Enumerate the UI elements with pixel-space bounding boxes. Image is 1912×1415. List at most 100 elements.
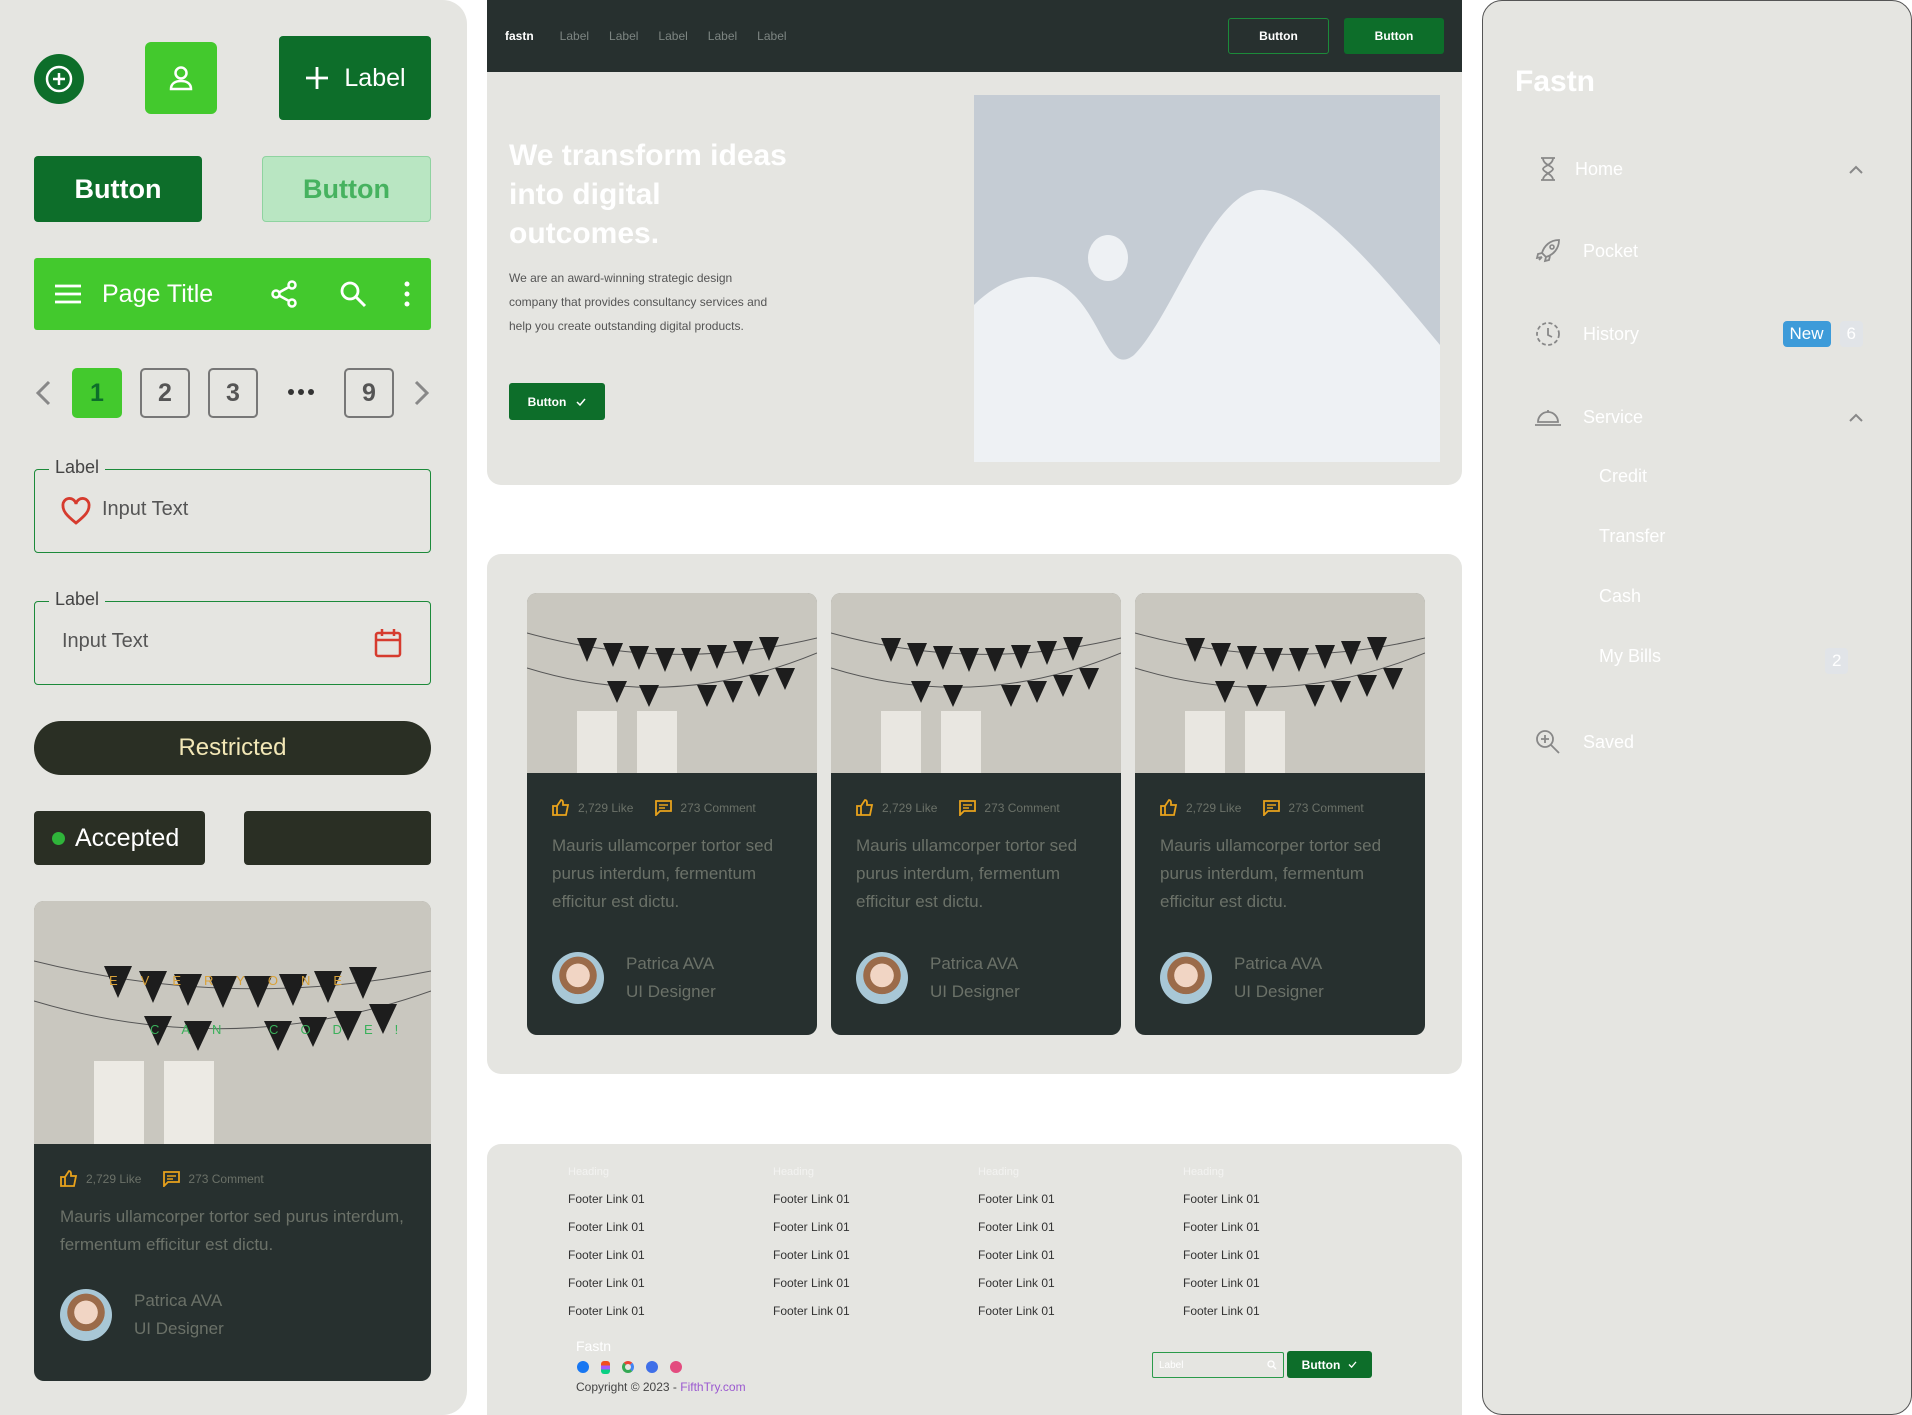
messenger-icon[interactable] bbox=[646, 1361, 658, 1373]
nav-link[interactable]: Label bbox=[560, 29, 589, 43]
card-author: Patrica AVA UI Designer bbox=[1160, 950, 1400, 1006]
footer-link[interactable]: Footer Link 01 bbox=[1183, 1248, 1388, 1262]
comment-icon[interactable] bbox=[1263, 799, 1281, 816]
post-card[interactable]: 2,729 Like 273 Comment Mauris ullamcorper … bbox=[831, 593, 1121, 1035]
footer-button[interactable]: Button bbox=[1287, 1351, 1372, 1378]
sidebar-item-saved[interactable]: Saved bbox=[1533, 722, 1863, 762]
banner-illustration bbox=[527, 593, 817, 773]
footer-link[interactable]: Footer Link 01 bbox=[773, 1192, 978, 1206]
sidebar-subitem-credit[interactable]: Credit bbox=[1599, 466, 1647, 487]
input-text: Input Text bbox=[62, 630, 149, 652]
facebook-icon[interactable] bbox=[577, 1361, 589, 1373]
footer-search-input[interactable]: Label bbox=[1152, 1352, 1284, 1378]
primary-button[interactable]: Button bbox=[34, 156, 202, 222]
card-author: Patrica AVA UI Designer bbox=[60, 1287, 405, 1343]
footer-link[interactable]: Footer Link 01 bbox=[773, 1276, 978, 1290]
nav-link[interactable]: Label bbox=[708, 29, 737, 43]
nav-solid-button[interactable]: Button bbox=[1344, 18, 1444, 54]
footer-link[interactable]: Footer Link 01 bbox=[568, 1276, 773, 1290]
comment-icon[interactable] bbox=[163, 1170, 181, 1187]
footer-link[interactable]: Footer Link 01 bbox=[978, 1220, 1183, 1234]
comment-icon[interactable] bbox=[959, 799, 977, 816]
footer-link[interactable]: Footer Link 01 bbox=[978, 1248, 1183, 1262]
sidebar-subitem-transfer[interactable]: Transfer bbox=[1599, 526, 1665, 547]
dribbble-icon[interactable] bbox=[670, 1361, 682, 1373]
post-card[interactable]: EVERYONE CAN CODE! 2,729 Like 273 Commen… bbox=[34, 901, 431, 1381]
sidebar-subitem-cash[interactable]: Cash bbox=[1599, 586, 1641, 607]
check-icon bbox=[1348, 1361, 1357, 1368]
calendar-icon[interactable] bbox=[374, 628, 402, 658]
thumbs-up-icon[interactable] bbox=[1160, 799, 1178, 816]
card-meta: 2,729 Like 273 Comment bbox=[60, 1170, 405, 1187]
card-image: EVERYONE CAN CODE! bbox=[34, 901, 431, 1144]
hero-button[interactable]: Button bbox=[509, 383, 605, 420]
footer-link[interactable]: Footer Link 01 bbox=[978, 1192, 1183, 1206]
thumbs-up-icon[interactable] bbox=[552, 799, 570, 816]
user-icon bbox=[169, 66, 193, 91]
author-role: UI Designer bbox=[1234, 982, 1324, 1001]
sidebar-item-label: Saved bbox=[1583, 731, 1635, 752]
chevron-up-icon[interactable] bbox=[1849, 165, 1863, 174]
share-icon[interactable] bbox=[269, 279, 299, 309]
nav-link[interactable]: Label bbox=[609, 29, 638, 43]
card-image bbox=[1135, 593, 1425, 773]
footer-link[interactable]: Footer Link 01 bbox=[773, 1220, 978, 1234]
figma-icon[interactable] bbox=[601, 1361, 610, 1374]
date-field[interactable]: Label Input Text bbox=[34, 589, 431, 685]
add-label-button[interactable]: Label bbox=[279, 36, 431, 120]
rocket-icon bbox=[1535, 239, 1560, 263]
sidebar-subitem-my-bills[interactable]: My Bills bbox=[1599, 646, 1661, 667]
footer-column: Heading Footer Link 01 Footer Link 01 Foote… bbox=[568, 1166, 773, 1318]
footer-link[interactable]: Footer Link 01 bbox=[1183, 1220, 1388, 1234]
footer-link[interactable]: Footer Link 01 bbox=[773, 1248, 978, 1262]
plus-icon bbox=[45, 65, 73, 93]
footer-link[interactable]: Footer Link 01 bbox=[568, 1304, 773, 1318]
more-vertical-icon[interactable] bbox=[403, 281, 411, 307]
footer-button-label: Button bbox=[1301, 1357, 1341, 1372]
chevron-right-icon[interactable] bbox=[413, 380, 431, 406]
social-icons bbox=[577, 1361, 682, 1374]
chevron-up-icon[interactable] bbox=[1849, 413, 1863, 422]
post-card[interactable]: 2,729 Like 273 Comment Mauris ullamcorper … bbox=[1135, 593, 1425, 1035]
footer-link[interactable]: Footer Link 01 bbox=[1183, 1192, 1388, 1206]
nav-brand[interactable]: fastn bbox=[505, 29, 534, 43]
card-text: Mauris ullamcorper tortor sed purus inte… bbox=[552, 836, 774, 911]
footer-link[interactable]: Footer Link 01 bbox=[773, 1304, 978, 1318]
sidebar-item-history[interactable]: History New 6 bbox=[1533, 314, 1863, 354]
footer-link[interactable]: Footer Link 01 bbox=[978, 1276, 1183, 1290]
chevron-left-icon[interactable] bbox=[34, 380, 52, 406]
page-2-button[interactable]: 2 bbox=[140, 368, 190, 418]
user-button[interactable] bbox=[145, 42, 217, 114]
thumbs-up-icon[interactable] bbox=[856, 799, 874, 816]
sidebar-item-service[interactable]: Service bbox=[1533, 397, 1863, 437]
copyright: Copyright © 2023 - FifthTry.com bbox=[576, 1380, 746, 1394]
sidebar-item-home[interactable]: Home bbox=[1533, 149, 1863, 189]
add-fab-button[interactable] bbox=[34, 54, 84, 104]
text-field-heart[interactable]: Label Input Text bbox=[34, 457, 431, 553]
author-role: UI Designer bbox=[930, 982, 1020, 1001]
page-3-button[interactable]: 3 bbox=[208, 368, 258, 418]
card-text: Mauris ullamcorper tortor sed purus inte… bbox=[60, 1207, 404, 1254]
post-card[interactable]: 2,729 Like 273 Comment Mauris ullamcorper … bbox=[527, 593, 817, 1035]
nav-outline-button[interactable]: Button bbox=[1228, 18, 1329, 54]
footer-link[interactable]: Footer Link 01 bbox=[1183, 1304, 1388, 1318]
page-1-button[interactable]: 1 bbox=[72, 368, 122, 418]
disabled-button[interactable]: Button bbox=[262, 156, 431, 222]
copyright-link[interactable]: FifthTry.com bbox=[680, 1380, 745, 1394]
nav-link[interactable]: Label bbox=[658, 29, 687, 43]
nav-link[interactable]: Label bbox=[757, 29, 786, 43]
search-icon[interactable] bbox=[339, 280, 367, 308]
thumbs-up-icon[interactable] bbox=[60, 1170, 78, 1187]
menu-icon[interactable] bbox=[54, 283, 82, 305]
google-icon[interactable] bbox=[622, 1361, 634, 1373]
footer-link[interactable]: Footer Link 01 bbox=[568, 1220, 773, 1234]
card-author: Patrica AVA UI Designer bbox=[552, 950, 792, 1006]
footer-link[interactable]: Footer Link 01 bbox=[568, 1248, 773, 1262]
comment-icon[interactable] bbox=[655, 799, 673, 816]
footer-link[interactable]: Footer Link 01 bbox=[1183, 1276, 1388, 1290]
footer-link[interactable]: Footer Link 01 bbox=[568, 1192, 773, 1206]
sidebar-item-pocket[interactable]: Pocket bbox=[1533, 231, 1863, 271]
author-name: Patrica AVA bbox=[134, 1291, 223, 1310]
footer-link[interactable]: Footer Link 01 bbox=[978, 1304, 1183, 1318]
page-9-button[interactable]: 9 bbox=[344, 368, 394, 418]
